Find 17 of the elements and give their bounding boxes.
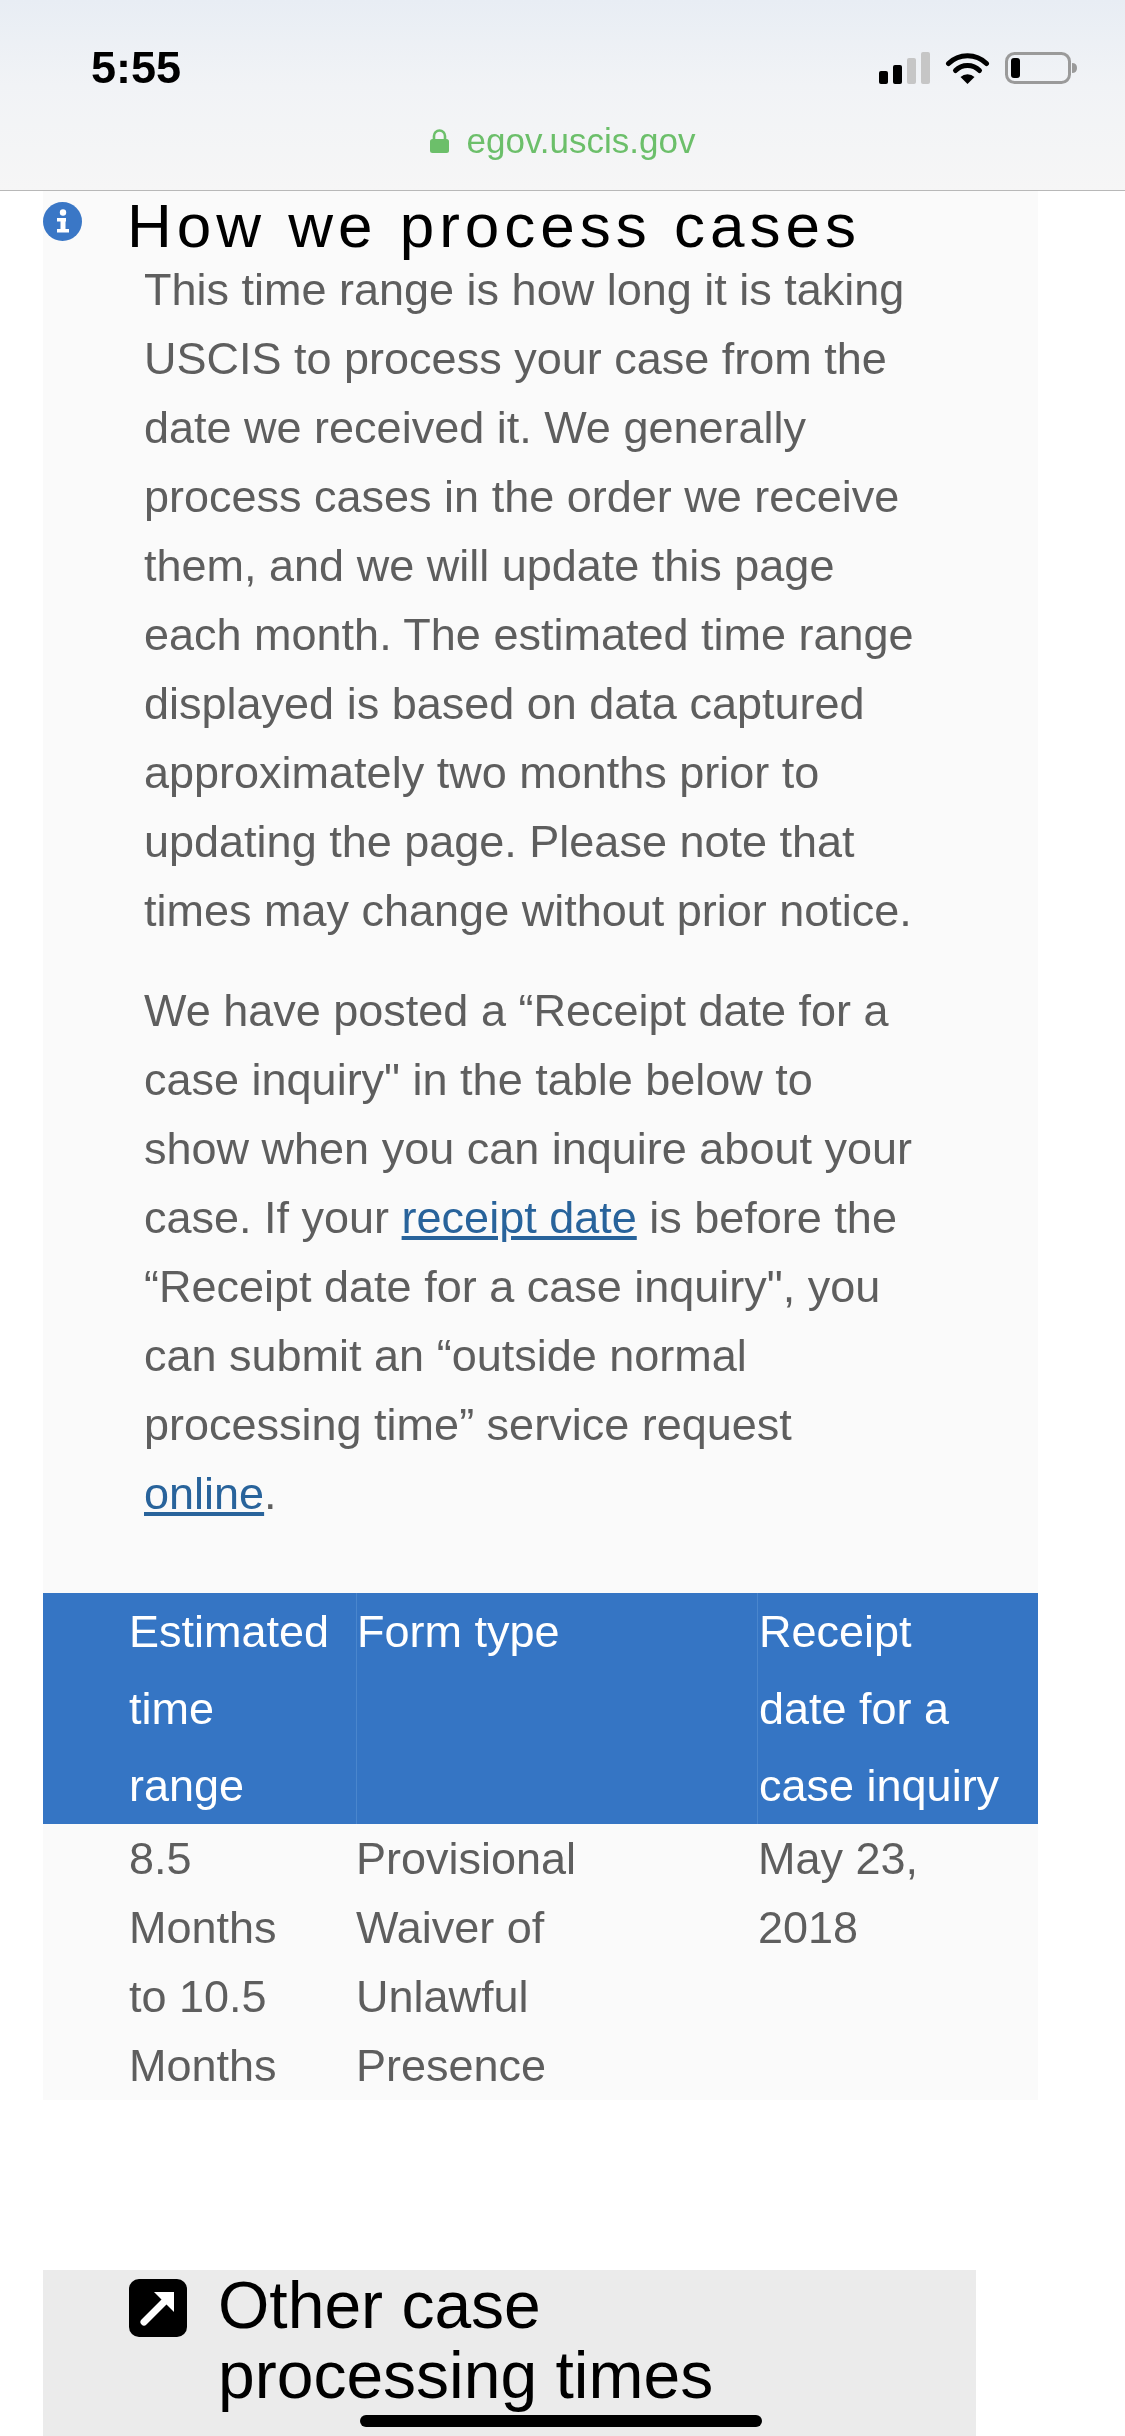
column-header: Form type <box>356 1593 757 1824</box>
status-time: 5:55 <box>91 41 182 94</box>
external-link-icon <box>129 2279 187 2337</box>
table-cell-text: Provisional Waiver of Unlawful Presence <box>356 1832 578 2093</box>
section-heading: How we process cases <box>127 190 862 262</box>
body-paragraph: We have posted a “Receipt date for a case inquiry" in the table below to show when you can inquire about your case. If your receipt date is before the “Receipt date for a case inquiry", you can submit an “outside normal processing time” service request online. <box>143 984 913 1521</box>
battery-icon <box>1005 51 1077 84</box>
related-link[interactable]: Other case processing times <box>129 2270 976 2410</box>
signal-icon <box>879 51 930 84</box>
column-header: Receipt date for a case inquiry <box>757 1593 1038 1824</box>
body-paragraph: This time range is how long it is taking USCIS to process your case from the date we received it. We generally process cases in the order we receive them, and we will update this page each month. The estimated time range displayed is based on data captured approximately two months prior to updating the page. Please note that times may change without prior notice. <box>143 263 915 938</box>
inline-link[interactable]: online <box>144 1468 265 1519</box>
table-cell-text: 8.5 Months to 10.5 Months <box>128 1832 278 2093</box>
table-cell-text: May 23, 2018 <box>757 1832 920 1955</box>
wifi-icon <box>945 51 990 84</box>
inline-link[interactable]: receipt date <box>401 1192 637 1243</box>
column-header: Estimated time range <box>43 1593 356 1824</box>
